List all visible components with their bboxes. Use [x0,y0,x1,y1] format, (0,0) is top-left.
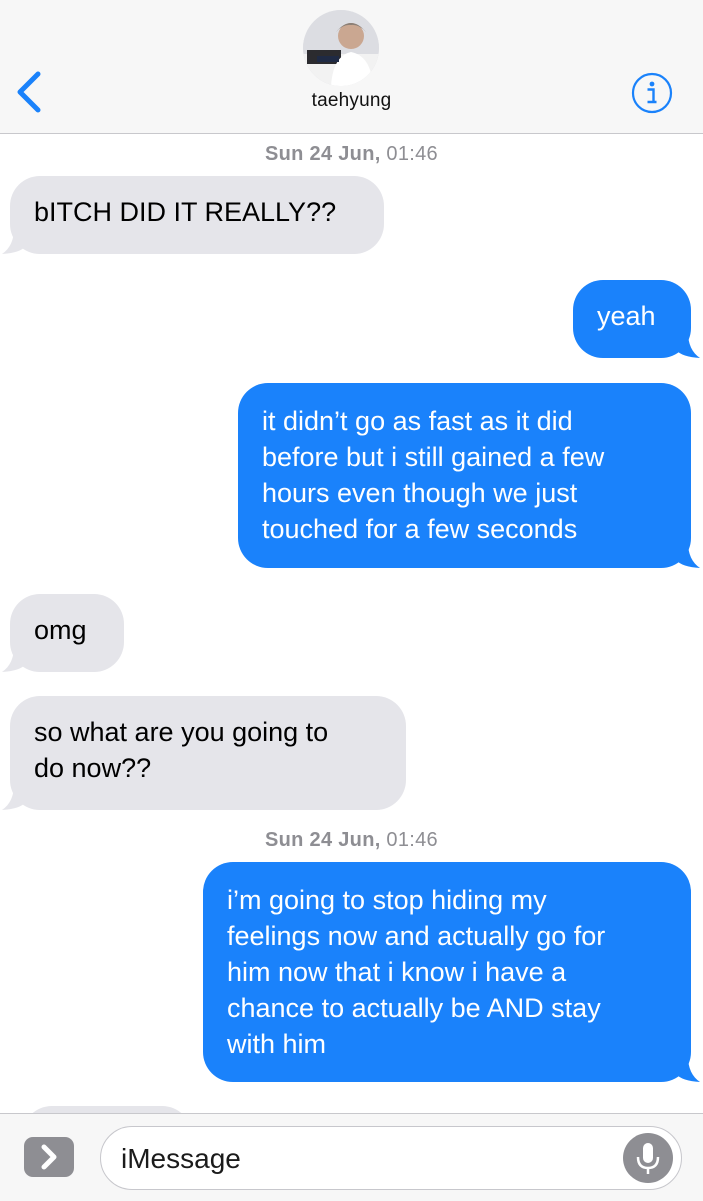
info-icon [631,72,673,114]
microphone-icon [636,1143,660,1174]
message-line: so what are you going to [34,717,329,747]
message-bubble[interactable]: bITCH DID IT REALLY?? [10,176,384,254]
message-bubble[interactable]: it didn’t go as fast as it did before bu… [238,383,691,568]
dictation-button[interactable] [623,1133,673,1183]
message-text: bITCH DID IT REALLY?? [34,197,337,227]
message-input[interactable] [119,1137,603,1181]
message-line: i’m going to stop hiding my [227,885,547,915]
apps-button[interactable] [24,1137,74,1177]
message-line: hours even though we just [262,478,578,508]
timestamp-time: 01:46 [386,829,438,851]
message-line: it didn’t go as fast as it did [262,406,573,436]
message-line: chance to actually be AND stay [227,993,601,1023]
message-bubble[interactable]: so what are you going to do now?? [10,696,406,810]
message-timestamp: Sun 24 Jun, 01:46 [0,143,703,166]
avatar-photo [303,10,379,86]
message-line: him now that i know i have a [227,957,567,987]
contact-avatar[interactable] [303,10,379,86]
timestamp-day: Sun 24 Jun, [265,829,381,851]
conversation-header: taehyung [0,0,703,134]
message-text: yeah [597,301,656,331]
message-line: feelings now and actually go for [227,921,606,951]
timestamp-day: Sun 24 Jun, [265,143,381,165]
message-bubble[interactable]: i’m going to stop hiding my feelings now… [203,862,691,1082]
chevron-right-icon [41,1144,57,1170]
message-timestamp: Sun 24 Jun, 01:46 [0,829,703,852]
message-line: do now?? [34,753,152,783]
message-line: with him [227,1029,327,1059]
contact-name[interactable]: taehyung [0,90,703,112]
message-bubble[interactable]: yeah [573,280,691,358]
message-line: touched for a few seconds [262,514,578,544]
message-field[interactable] [100,1126,682,1190]
message-text: omg [34,615,87,645]
message-bubble[interactable]: omg [10,594,124,672]
message-line: before but i still gained a few [262,442,605,472]
timestamp-time: 01:46 [386,143,438,165]
message-input-bar [0,1113,703,1201]
info-button[interactable] [631,72,673,114]
